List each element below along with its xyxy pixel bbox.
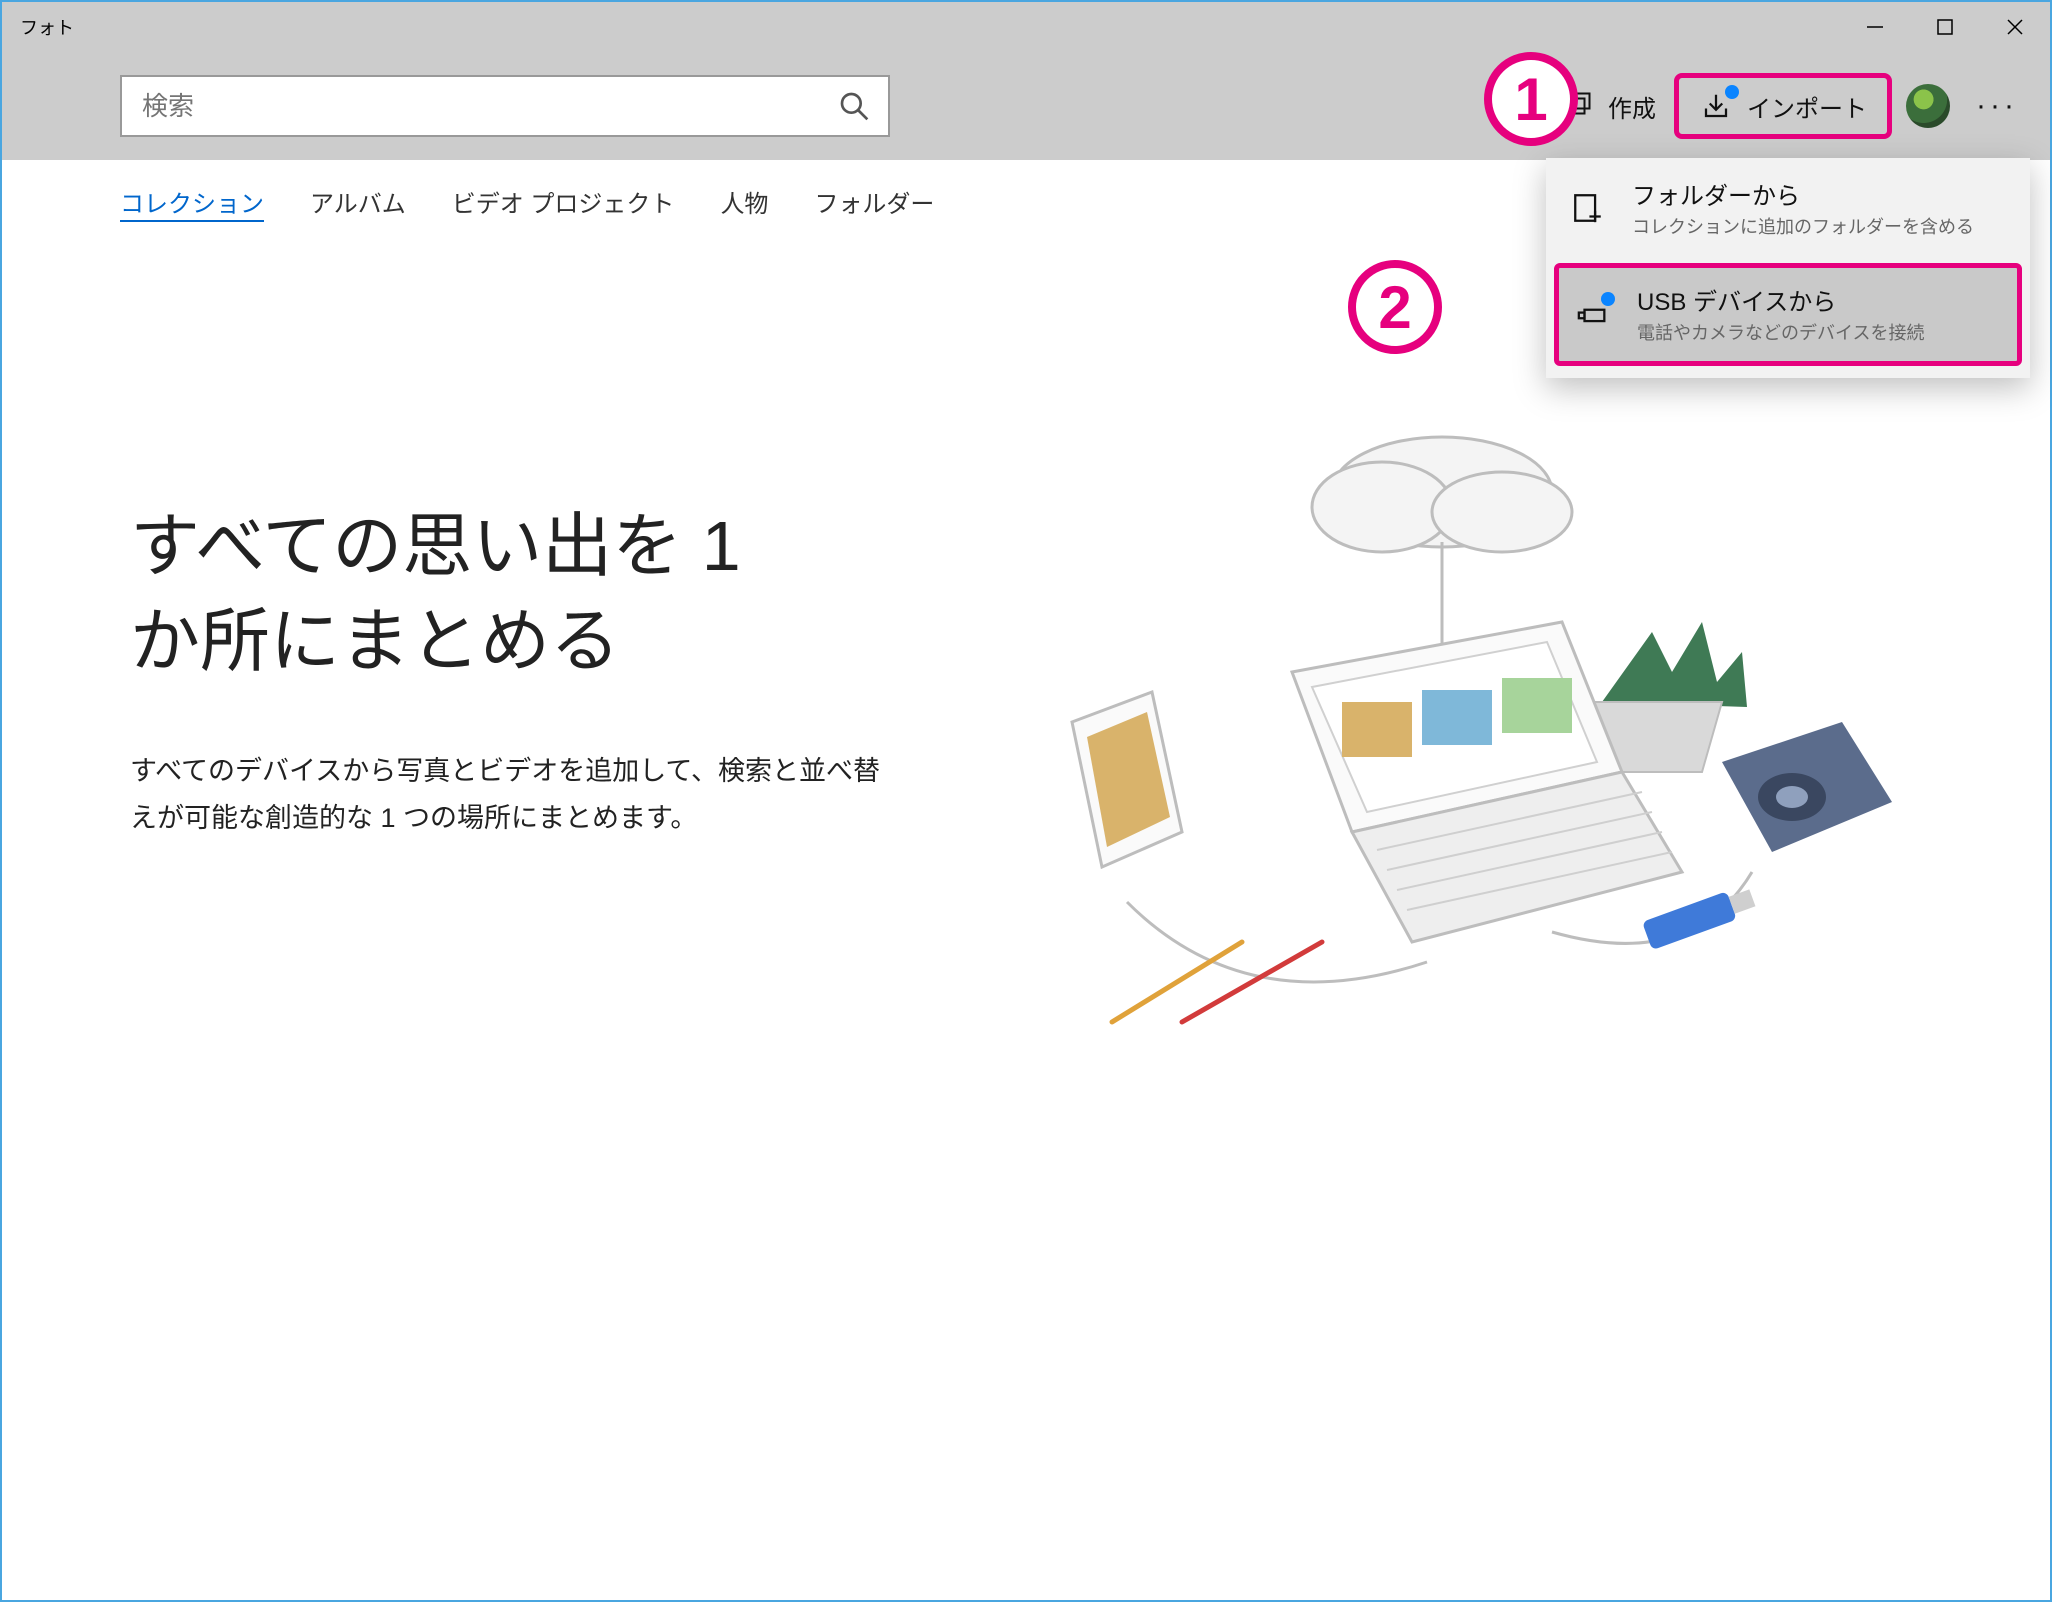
usb-icon: [1573, 294, 1613, 334]
user-avatar[interactable]: [1906, 84, 1950, 128]
annotation-1: 1: [1484, 52, 1578, 146]
search-box[interactable]: [120, 75, 890, 137]
tab-album[interactable]: アルバム: [310, 184, 406, 219]
import-from-usb[interactable]: USB デバイスから 電話やカメラなどのデバイスを接続: [1554, 263, 2022, 366]
minimize-icon: [1865, 17, 1885, 37]
window-minimize-button[interactable]: [1840, 2, 1910, 52]
import-icon: [1699, 89, 1733, 123]
import-from-usb-sub: 電話やカメラなどのデバイスを接続: [1637, 319, 1924, 345]
titlebar: フォト: [2, 2, 2050, 52]
folder-add-icon: [1568, 188, 1608, 228]
import-button[interactable]: インポート: [1674, 73, 1892, 139]
import-from-folder-title: フォルダーから: [1632, 176, 1974, 211]
tab-video-project[interactable]: ビデオ プロジェクト: [452, 184, 675, 219]
import-from-folder[interactable]: フォルダーから コレクションに追加のフォルダーを含める: [1546, 158, 2030, 259]
close-icon: [2005, 17, 2025, 37]
notification-dot-icon: [1725, 85, 1739, 99]
hero-body: すべてのデバイスから写真とビデオを追加して、検索と並べ替えが可能な創造的な 1 …: [130, 748, 890, 843]
tab-collection[interactable]: コレクション: [120, 184, 264, 219]
create-label: 作成: [1608, 89, 1656, 124]
more-button[interactable]: ···: [1964, 89, 2030, 123]
command-bar: 作成 インポート ···: [2, 52, 2050, 160]
search-icon: [838, 90, 870, 122]
import-menu: フォルダーから コレクションに追加のフォルダーを含める USB デバイスから 電…: [1546, 158, 2030, 378]
hero-illustration: [922, 402, 1922, 1102]
import-label: インポート: [1747, 89, 1867, 124]
notification-dot-icon: [1601, 292, 1615, 306]
hero-heading: すべての思い出を 1 か所にまとめる: [130, 499, 1002, 688]
window-maximize-button[interactable]: [1910, 2, 1980, 52]
annotation-2: 2: [1348, 260, 1442, 354]
maximize-icon: [1936, 18, 1954, 36]
app-title: フォト: [20, 14, 1840, 40]
hero: すべての思い出を 1 か所にまとめる すべてのデバイスから写真とビデオを追加して…: [2, 219, 1002, 843]
import-from-usb-title: USB デバイスから: [1637, 282, 1924, 317]
window-close-button[interactable]: [1980, 2, 2050, 52]
tab-folder[interactable]: フォルダー: [814, 184, 934, 219]
hero-heading-l2: か所にまとめる: [130, 594, 1002, 689]
import-from-folder-sub: コレクションに追加のフォルダーを含める: [1632, 213, 1974, 239]
tab-people[interactable]: 人物: [720, 184, 768, 219]
hero-heading-l1: すべての思い出を 1: [130, 507, 741, 585]
search-input[interactable]: [140, 90, 838, 123]
